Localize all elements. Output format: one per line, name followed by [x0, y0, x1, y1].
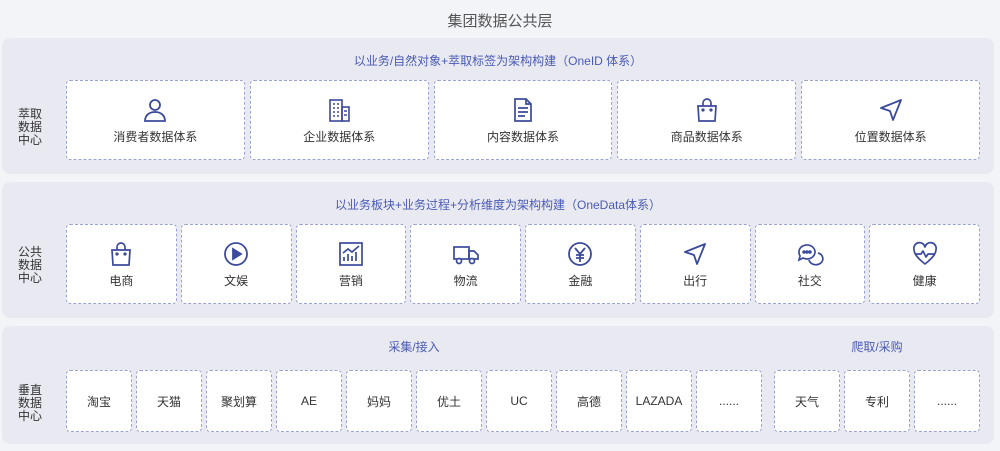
public-card-2-label: 营销	[338, 273, 363, 288]
chat-icon	[796, 240, 824, 268]
public-card-7[interactable]: 健康	[869, 224, 980, 304]
collect-card-9[interactable]: ......	[696, 370, 762, 432]
vertical-data-center-band: 采集/接入 爬取/采购 垂直 数据 中心 淘宝 天猫 聚划算 AE 妈妈 优土 UC 高德 LA…	[2, 326, 994, 444]
extract-card-3[interactable]: 商品数据体系	[617, 80, 797, 160]
chart-icon	[337, 240, 365, 268]
yen-icon	[566, 240, 594, 268]
crawl-card-0[interactable]: 天气	[774, 370, 840, 432]
public-card-1-label: 文娱	[224, 273, 249, 288]
crawl-card-1-label: 专利	[864, 394, 889, 409]
building-icon	[325, 96, 353, 124]
collect-card-5-label: 优土	[436, 394, 461, 409]
extract-card-4[interactable]: 位置数据体系	[801, 80, 980, 160]
vertical-side-label: 垂直 数据 中心	[18, 383, 43, 423]
navigation-arrow-icon	[681, 240, 709, 268]
public-side-label: 公共 数据 中心	[18, 245, 43, 285]
page-title: 集团数据公共层	[447, 13, 553, 30]
play-icon	[222, 240, 250, 268]
document-icon	[509, 96, 537, 124]
collect-card-3-label: AE	[300, 394, 317, 408]
user-icon	[141, 96, 169, 124]
extract-data-center-band: 以业务/自然对象+萃取标签为架构构建（OneID 体系） 萃取 数据 中心 消费…	[2, 38, 994, 174]
public-card-5-label: 出行	[683, 273, 708, 288]
collect-card-4-label: 妈妈	[366, 394, 391, 409]
public-data-center-band: 以业务板块+业务过程+分析维度为架构构建（OneData体系） 公共 数据 中心…	[2, 182, 994, 318]
collect-card-2[interactable]: 聚划算	[206, 370, 272, 432]
crawl-card-2[interactable]: ......	[914, 370, 980, 432]
public-card-5[interactable]: 出行	[639, 224, 751, 304]
collect-card-3[interactable]: AE	[276, 370, 342, 432]
shopping-bag-icon	[693, 96, 721, 124]
shopping-bag-icon	[107, 240, 135, 268]
public-card-6-label: 社交	[797, 273, 822, 288]
collect-card-0[interactable]: 淘宝	[66, 370, 132, 432]
collect-card-2-label: 聚划算	[220, 394, 257, 409]
collect-card-1-label: 天猫	[156, 394, 181, 409]
public-card-4[interactable]: 金融	[525, 224, 636, 304]
collect-card-1[interactable]: 天猫	[136, 370, 202, 432]
extract-card-4-label: 位置数据体系	[854, 129, 927, 144]
truck-icon	[452, 240, 480, 268]
extract-side-label: 萃取 数据 中心	[18, 107, 43, 147]
extract-card-0[interactable]: 消费者数据体系	[66, 80, 245, 160]
collect-card-8[interactable]: LAZADA	[626, 370, 692, 432]
public-card-0[interactable]: 电商	[66, 224, 177, 304]
public-card-7-label: 健康	[912, 273, 937, 288]
crawl-card-0-label: 天气	[794, 394, 819, 409]
crawl-header: 爬取/采购	[851, 340, 903, 354]
collect-card-0-label: 淘宝	[86, 394, 111, 409]
collect-card-5[interactable]: 优土	[416, 370, 482, 432]
crawl-card-2-label: ......	[936, 394, 957, 408]
collect-header: 采集/接入	[388, 340, 440, 354]
public-card-3-label: 物流	[453, 273, 478, 288]
collect-card-6[interactable]: UC	[486, 370, 552, 432]
extract-card-1-label: 企业数据体系	[303, 129, 376, 144]
public-card-1[interactable]: 文娱	[180, 224, 292, 304]
public-band-header: 以业务板块+业务过程+分析维度为架构构建（OneData体系）	[334, 198, 662, 212]
extract-band-header: 以业务/自然对象+萃取标签为架构构建（OneID 体系）	[353, 54, 643, 68]
extract-card-3-label: 商品数据体系	[670, 129, 743, 144]
extract-card-1[interactable]: 企业数据体系	[249, 80, 429, 160]
extract-card-0-label: 消费者数据体系	[113, 129, 198, 144]
collect-card-9-label: ......	[718, 394, 739, 408]
public-card-4-label: 金融	[568, 273, 593, 288]
public-card-3[interactable]: 物流	[410, 224, 521, 304]
navigation-arrow-icon	[877, 96, 905, 124]
public-card-0-label: 电商	[109, 273, 134, 288]
extract-card-2-label: 内容数据体系	[486, 129, 559, 144]
public-card-2[interactable]: 营销	[295, 224, 407, 304]
collect-card-7-label: 高德	[576, 394, 601, 409]
crawl-card-1[interactable]: 专利	[844, 370, 910, 432]
heart-pulse-icon	[911, 240, 939, 268]
collect-card-8-label: LAZADA	[635, 394, 683, 408]
collect-card-6-label: UC	[510, 394, 528, 408]
collect-card-4[interactable]: 妈妈	[346, 370, 412, 432]
extract-card-2[interactable]: 内容数据体系	[433, 80, 613, 160]
collect-card-7[interactable]: 高德	[556, 370, 622, 432]
public-card-6[interactable]: 社交	[754, 224, 866, 304]
